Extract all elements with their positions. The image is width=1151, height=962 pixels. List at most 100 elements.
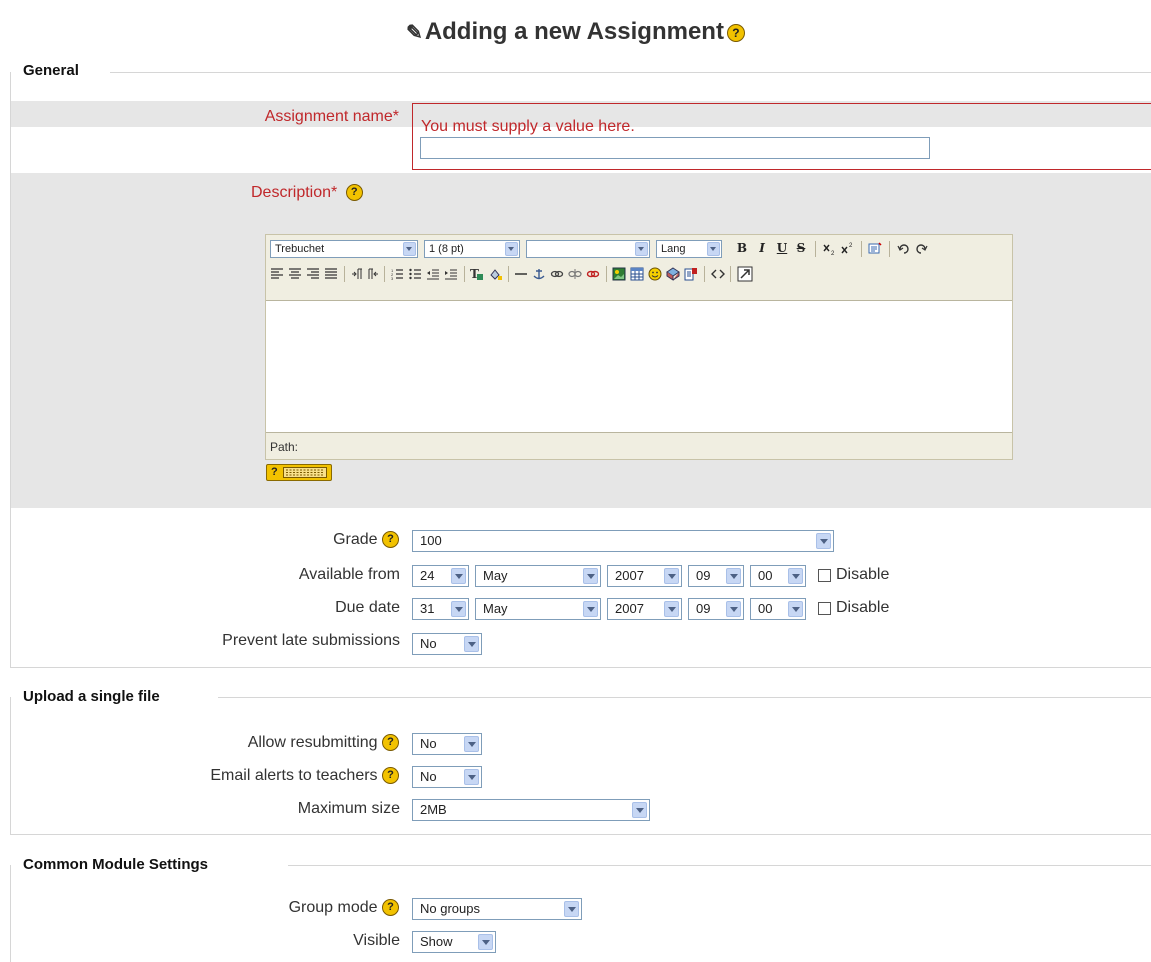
email-alerts-label: Email alerts to teachers ? [210, 767, 399, 785]
available-month-select[interactable]: May [475, 565, 601, 587]
search-replace-icon[interactable] [684, 267, 698, 281]
email-alerts-value: No [420, 769, 437, 784]
help-icon[interactable]: ? [382, 531, 399, 549]
language-value: Lang [661, 243, 686, 255]
maximum-size-select[interactable]: 2MB [412, 799, 650, 821]
font-family-value: Trebuchet [275, 243, 325, 255]
chevron-down-icon [583, 568, 598, 584]
italic-button[interactable]: I [755, 239, 769, 257]
allow-resubmitting-label: Allow resubmitting ? [248, 734, 399, 752]
link-icon[interactable] [550, 267, 564, 281]
pencil-icon: ✎ [406, 22, 423, 44]
visible-select[interactable]: Show [412, 931, 496, 953]
unordered-list-icon[interactable] [408, 267, 422, 281]
allow-resubmitting-select[interactable]: No [412, 733, 482, 755]
due-disable-checkbox[interactable] [818, 602, 831, 615]
available-year-select[interactable]: 2007 [607, 565, 682, 587]
smiley-icon[interactable] [648, 267, 662, 281]
available-minute-value: 00 [758, 568, 773, 583]
available-disable-checkbox[interactable] [818, 569, 831, 582]
keyboard-icon [283, 467, 327, 478]
fullscreen-icon[interactable] [737, 266, 753, 282]
available-month-value: May [483, 568, 508, 583]
special-char-icon[interactable] [666, 267, 680, 281]
allow-resubmitting-value: No [420, 736, 437, 751]
unlink-icon[interactable] [568, 267, 582, 281]
email-alerts-select[interactable]: No [412, 766, 482, 788]
due-hour-select[interactable]: 09 [688, 598, 744, 620]
available-day-select[interactable]: 24 [412, 565, 469, 587]
assignment-name-input[interactable] [420, 137, 930, 159]
rtl-icon[interactable] [366, 267, 380, 281]
available-from-label: Available from [298, 566, 400, 583]
help-icon[interactable]: ? [382, 767, 399, 785]
available-minute-select[interactable]: 00 [750, 565, 806, 587]
align-left-icon[interactable] [270, 267, 284, 281]
subscript-icon[interactable]: 2 [822, 242, 836, 256]
clean-word-icon[interactable] [868, 242, 882, 256]
chevron-down-icon [451, 568, 466, 584]
editor-help-button[interactable]: ? [266, 464, 332, 481]
ltr-icon[interactable] [350, 267, 364, 281]
anchor-icon[interactable] [532, 267, 546, 281]
description-textarea[interactable] [266, 300, 1012, 433]
toolbar-separator [508, 266, 509, 282]
due-minute-select[interactable]: 00 [750, 598, 806, 620]
align-center-icon[interactable] [288, 267, 302, 281]
due-hour-value: 09 [696, 601, 711, 616]
toolbar-separator [384, 266, 385, 282]
html-source-icon[interactable] [711, 267, 725, 281]
underline-button[interactable]: U [775, 239, 789, 257]
indent-icon[interactable] [444, 267, 458, 281]
page-title: ✎Adding a new Assignment? [0, 18, 1151, 46]
chevron-down-icon [664, 601, 679, 617]
background-color-icon[interactable] [488, 267, 502, 281]
group-mode-select[interactable]: No groups [412, 898, 582, 920]
help-icon[interactable]: ? [726, 23, 745, 42]
redo-icon[interactable] [914, 242, 928, 256]
toolbar-separator [861, 241, 862, 257]
strikethrough-button[interactable]: S [794, 239, 808, 257]
page-title-text: Adding a new Assignment [424, 18, 724, 45]
email-alerts-label-text: Email alerts to teachers [210, 767, 378, 784]
ordered-list-icon[interactable]: 123 [390, 267, 404, 281]
grade-select[interactable]: 100 [412, 530, 834, 552]
description-label-text: Description* [251, 184, 338, 201]
language-select[interactable]: Lang [656, 240, 722, 258]
toolbar-separator [606, 266, 607, 282]
available-year-value: 2007 [615, 568, 644, 583]
svg-text:3: 3 [391, 276, 394, 281]
editor-path-label: Path: [270, 440, 299, 454]
text-color-icon[interactable]: T [470, 267, 484, 281]
outdent-icon[interactable] [426, 267, 440, 281]
prevent-late-select[interactable]: No [412, 633, 482, 655]
due-day-select[interactable]: 31 [412, 598, 469, 620]
align-justify-icon[interactable] [324, 267, 338, 281]
due-month-select[interactable]: May [475, 598, 601, 620]
insert-table-icon[interactable] [630, 267, 644, 281]
group-mode-value: No groups [420, 901, 480, 916]
available-hour-select[interactable]: 09 [688, 565, 744, 587]
help-icon[interactable]: ? [382, 899, 399, 917]
toolbar-separator [889, 241, 890, 257]
help-icon[interactable]: ? [382, 734, 399, 752]
maximum-size-value: 2MB [420, 802, 447, 817]
due-year-select[interactable]: 2007 [607, 598, 682, 620]
undo-icon[interactable] [897, 242, 911, 256]
bold-button[interactable]: B [735, 239, 749, 257]
chevron-down-icon [726, 568, 741, 584]
chevron-down-icon [816, 533, 831, 549]
insert-image-icon[interactable] [612, 267, 626, 281]
font-family-select[interactable]: Trebuchet [270, 240, 418, 258]
toolbar-separator [464, 266, 465, 282]
nolink-icon[interactable] [586, 267, 600, 281]
help-icon[interactable]: ? [345, 184, 363, 202]
horizontal-rule-icon[interactable] [514, 267, 528, 281]
due-minute-value: 00 [758, 601, 773, 616]
align-right-icon[interactable] [306, 267, 320, 281]
paragraph-style-select[interactable] [526, 240, 650, 258]
chevron-down-icon [564, 901, 579, 917]
available-disable-label: Disable [836, 566, 890, 583]
superscript-icon[interactable]: 2 [840, 242, 854, 256]
font-size-select[interactable]: 1 (8 pt) [424, 240, 520, 258]
